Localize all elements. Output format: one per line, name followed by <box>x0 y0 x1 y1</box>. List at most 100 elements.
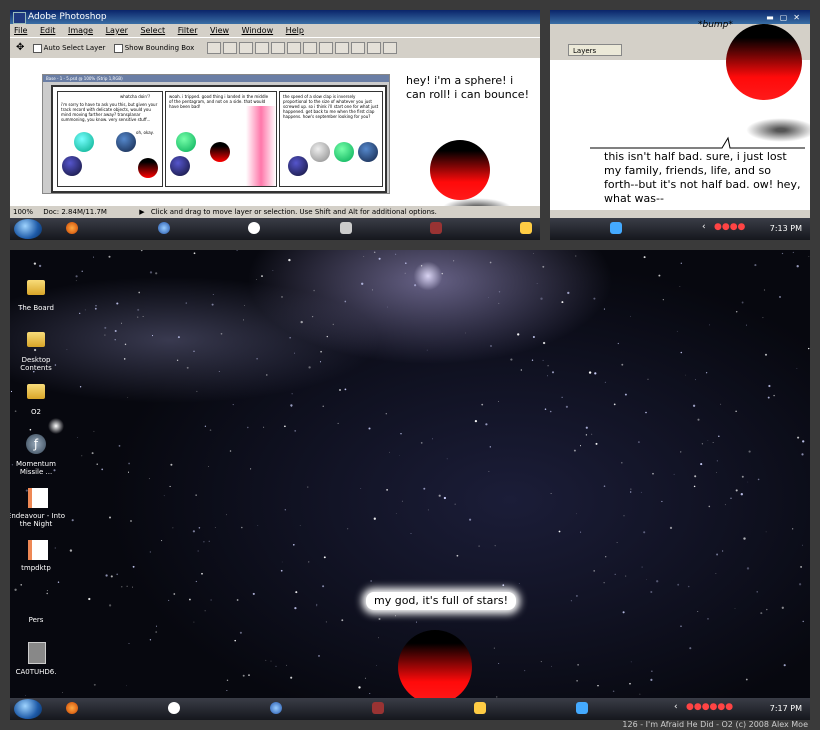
star <box>266 374 268 376</box>
move-tool-icon[interactable]: ✥ <box>16 38 24 58</box>
star <box>531 359 534 361</box>
firefox-icon-2[interactable] <box>66 702 78 714</box>
folder-task-icon-2[interactable] <box>474 702 486 714</box>
align-right-button[interactable] <box>286 42 301 54</box>
distribute-1-button[interactable] <box>302 42 317 54</box>
star <box>697 611 699 612</box>
star <box>299 525 301 526</box>
star <box>673 473 675 475</box>
star <box>661 500 663 503</box>
star <box>754 264 757 267</box>
star <box>361 282 364 285</box>
distribute-4-button[interactable] <box>350 42 365 54</box>
document-task-icon[interactable] <box>610 222 622 234</box>
star <box>292 543 295 546</box>
star <box>193 252 196 255</box>
clock-panel-3[interactable]: 7:17 PM <box>770 698 802 720</box>
star <box>75 280 77 282</box>
star <box>195 580 197 583</box>
document-window[interactable]: Base - 1 - 5.psd @ 100% (Strip 1,RGB) wh… <box>42 74 390 194</box>
star <box>38 264 42 268</box>
align-bottom-button[interactable] <box>238 42 253 54</box>
star <box>91 452 94 455</box>
menu-window[interactable]: Window <box>242 26 274 35</box>
star <box>650 590 653 594</box>
star <box>281 295 283 298</box>
menu-filter[interactable]: Filter <box>178 26 198 35</box>
star <box>388 451 390 453</box>
menu-help[interactable]: Help <box>286 26 304 35</box>
tray-expand-icon-2[interactable]: ‹ <box>674 702 678 712</box>
star <box>801 453 804 456</box>
star <box>368 427 371 430</box>
star <box>748 450 751 453</box>
folder-task-icon[interactable] <box>520 222 532 234</box>
distribute-5-button[interactable] <box>366 42 381 54</box>
star <box>740 493 743 496</box>
star <box>410 532 412 534</box>
document-task-icon-2[interactable] <box>576 702 588 714</box>
desktop-label-pers[interactable]: Pers <box>10 616 66 624</box>
image-icon[interactable] <box>28 540 48 560</box>
start-orb-icon-2[interactable] <box>14 699 42 719</box>
file-icon[interactable] <box>28 642 46 664</box>
start-orb-icon[interactable] <box>14 219 42 239</box>
menu-file[interactable]: File <box>14 26 27 35</box>
star <box>363 255 365 257</box>
star <box>689 647 692 650</box>
flash-icon[interactable]: ƒ <box>26 434 46 454</box>
menu-edit[interactable]: Edit <box>40 26 56 35</box>
chat-icon[interactable] <box>248 222 260 234</box>
desktop-icon-the-board[interactable] <box>27 280 45 295</box>
star <box>498 302 500 304</box>
star <box>114 329 117 333</box>
globe-icon-2[interactable] <box>270 702 282 714</box>
distribute-6-button[interactable] <box>382 42 397 54</box>
tray-icons-2[interactable]: ●●●●●● <box>686 702 733 712</box>
menu-view[interactable]: View <box>210 26 229 35</box>
star <box>802 440 805 443</box>
star <box>735 410 737 412</box>
bounding-box-checkbox[interactable] <box>113 43 123 53</box>
star <box>646 579 648 580</box>
tray-expand-icon[interactable]: ‹ <box>702 222 706 232</box>
chat-icon-2[interactable] <box>168 702 180 714</box>
list-icon[interactable] <box>340 222 352 234</box>
menu-image[interactable]: Image <box>68 26 93 35</box>
desktop-label-o2: O2 <box>31 408 41 416</box>
star <box>647 378 649 380</box>
desktop-icon-o2[interactable] <box>27 384 45 399</box>
tray-icons[interactable]: ●●●● <box>714 222 745 232</box>
star <box>701 443 704 445</box>
document-canvas[interactable]: whatcha doin'? i'm sorry to have to ask … <box>51 85 387 193</box>
menu-select[interactable]: Select <box>140 26 165 35</box>
align-middle-button[interactable] <box>222 42 237 54</box>
globe-icon[interactable] <box>158 222 170 234</box>
star <box>687 585 690 588</box>
distribute-3-button[interactable] <box>334 42 349 54</box>
menu-layer[interactable]: Layer <box>106 26 128 35</box>
photoshop-task-icon-2[interactable] <box>372 702 384 714</box>
star <box>132 565 135 568</box>
align-top-button[interactable] <box>206 42 221 54</box>
clock-panel-2[interactable]: 7:13 PM <box>770 218 802 240</box>
photoshop-task-icon[interactable] <box>430 222 442 234</box>
distribute-2-button[interactable] <box>318 42 333 54</box>
star <box>404 262 407 265</box>
star <box>474 419 478 423</box>
firefox-icon[interactable] <box>66 222 78 234</box>
star <box>767 396 770 399</box>
align-left-button[interactable] <box>254 42 269 54</box>
doc-size[interactable]: Doc: 2.84M/11.7M <box>43 208 107 216</box>
arrow-right-icon[interactable]: ▶ <box>139 208 144 216</box>
star <box>680 351 683 354</box>
window-controls-icon[interactable]: ▬▢✕ <box>766 11 806 25</box>
auto-select-checkbox[interactable] <box>32 43 42 53</box>
document-icon[interactable] <box>28 488 48 508</box>
align-center-button[interactable] <box>270 42 285 54</box>
desktop-icon-desktop-contents[interactable] <box>27 332 45 347</box>
star <box>420 442 423 444</box>
star <box>565 405 568 408</box>
zoom-level[interactable]: 100% <box>13 208 33 216</box>
layers-tab[interactable]: Layers <box>568 44 622 56</box>
